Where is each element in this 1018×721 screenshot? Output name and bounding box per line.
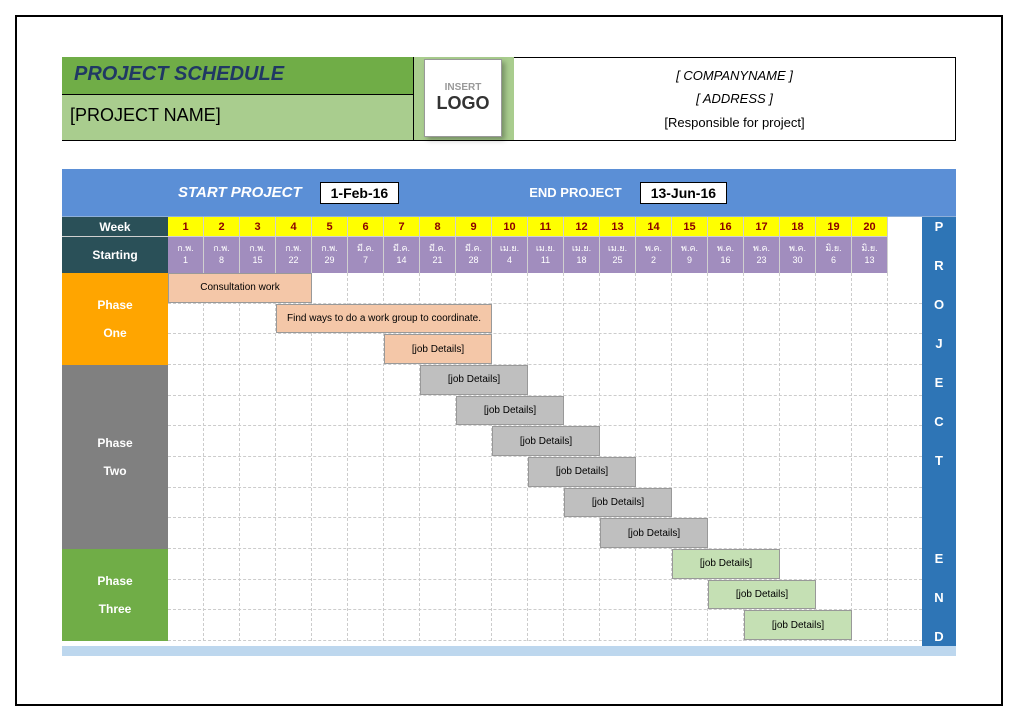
task-bar[interactable]: [job Details]	[564, 488, 672, 518]
schedule-title: PROJECT SCHEDULE	[62, 57, 413, 95]
week-cell: 1	[168, 217, 204, 237]
start-date-cell: มี.ค.14	[384, 237, 420, 273]
company-name: [ COMPANYNAME ]	[676, 68, 793, 83]
gantt-area: Week Starting Phase One Phase Two Phase …	[62, 217, 956, 646]
start-date-row: ก.พ.1ก.พ.8ก.พ.15ก.พ.22ก.พ.29มี.ค.7มี.ค.1…	[168, 237, 922, 273]
date-band: START PROJECT 1-Feb-16 END PROJECT 13-Ju…	[62, 169, 956, 217]
title-block: PROJECT SCHEDULE [PROJECT NAME]	[62, 57, 414, 141]
start-date-cell: ก.พ.22	[276, 237, 312, 273]
week-cell: 13	[600, 217, 636, 237]
week-cell: 12	[564, 217, 600, 237]
task-bar[interactable]: Find ways to do a work group to coordina…	[276, 304, 492, 334]
logo-insert-label: INSERT	[445, 82, 482, 93]
start-date-cell: เม.ย.25	[600, 237, 636, 273]
document-frame: PROJECT SCHEDULE [PROJECT NAME] INSERT L…	[15, 15, 1003, 706]
week-cell: 4	[276, 217, 312, 237]
week-cell: 9	[456, 217, 492, 237]
start-date-cell: เม.ย.11	[528, 237, 564, 273]
week-cell: 3	[240, 217, 276, 237]
week-cell: 6	[348, 217, 384, 237]
week-cell: 11	[528, 217, 564, 237]
task-bar[interactable]: [job Details]	[708, 580, 816, 610]
task-bar[interactable]: Consultation work	[168, 273, 312, 303]
week-cell: 16	[708, 217, 744, 237]
week-cell: 10	[492, 217, 528, 237]
week-cell: 17	[744, 217, 780, 237]
phase-one-label: Phase One	[62, 273, 168, 365]
start-project-date[interactable]: 1-Feb-16	[320, 182, 400, 204]
start-date-cell: มิ.ย.13	[852, 237, 888, 273]
start-date-cell: ก.พ.1	[168, 237, 204, 273]
week-cell: 18	[780, 217, 816, 237]
task-bar[interactable]: [job Details]	[600, 518, 708, 548]
task-grid: Consultation workFind ways to do a work …	[168, 273, 922, 641]
task-bar[interactable]: [job Details]	[420, 365, 528, 395]
task-bar[interactable]: [job Details]	[672, 549, 780, 579]
start-date-cell: มี.ค.28	[456, 237, 492, 273]
task-bar[interactable]: [job Details]	[456, 396, 564, 426]
logo-placeholder[interactable]: INSERT LOGO	[424, 59, 502, 137]
start-date-cell: พ.ค.9	[672, 237, 708, 273]
start-date-cell: พ.ค.23	[744, 237, 780, 273]
start-date-cell: ก.พ.15	[240, 237, 276, 273]
start-project-label: START PROJECT	[178, 184, 302, 201]
start-date-cell: พ.ค.30	[780, 237, 816, 273]
logo-text: LOGO	[437, 93, 490, 114]
week-cell: 15	[672, 217, 708, 237]
start-date-cell: ก.พ.29	[312, 237, 348, 273]
week-cell: 8	[420, 217, 456, 237]
bottom-band	[62, 646, 956, 656]
end-project-label: END PROJECT	[529, 185, 621, 200]
start-date-cell: เม.ย.4	[492, 237, 528, 273]
week-header-label: Week	[62, 217, 168, 237]
project-end-column: P R O J E C T E N D	[922, 217, 956, 646]
start-date-cell: ก.พ.8	[204, 237, 240, 273]
task-bar[interactable]: [job Details]	[744, 610, 852, 640]
start-date-cell: มิ.ย.6	[816, 237, 852, 273]
project-end-text: P R O J E C T E N D	[934, 217, 944, 646]
phase-two-label: Phase Two	[62, 365, 168, 549]
task-bar[interactable]: [job Details]	[528, 457, 636, 487]
week-cell: 20	[852, 217, 888, 237]
week-cell: 5	[312, 217, 348, 237]
start-date-cell: มี.ค.7	[348, 237, 384, 273]
week-cell: 14	[636, 217, 672, 237]
start-date-cell: พ.ค.2	[636, 237, 672, 273]
company-block: [ COMPANYNAME ] [ ADDRESS ] [Responsible…	[514, 57, 956, 141]
week-number-row: 1234567891011121314151617181920	[168, 217, 922, 237]
project-name: [PROJECT NAME]	[62, 95, 413, 141]
header: PROJECT SCHEDULE [PROJECT NAME] INSERT L…	[62, 57, 956, 141]
start-date-cell: เม.ย.18	[564, 237, 600, 273]
phase-three-label: Phase Three	[62, 549, 168, 641]
starting-header-label: Starting	[62, 237, 168, 273]
task-bar[interactable]: [job Details]	[492, 426, 600, 456]
left-column: Week Starting Phase One Phase Two Phase …	[62, 217, 168, 646]
week-cell: 19	[816, 217, 852, 237]
company-address: [ ADDRESS ]	[696, 91, 773, 106]
end-project-date[interactable]: 13-Jun-16	[640, 182, 727, 204]
logo-block: INSERT LOGO	[414, 57, 514, 141]
grid-area: 1234567891011121314151617181920 ก.พ.1ก.พ…	[168, 217, 922, 646]
start-date-cell: มี.ค.21	[420, 237, 456, 273]
week-cell: 2	[204, 217, 240, 237]
task-bar[interactable]: [job Details]	[384, 334, 492, 364]
responsible-person: [Responsible for project]	[664, 115, 804, 130]
start-date-cell: พ.ค.16	[708, 237, 744, 273]
week-cell: 7	[384, 217, 420, 237]
